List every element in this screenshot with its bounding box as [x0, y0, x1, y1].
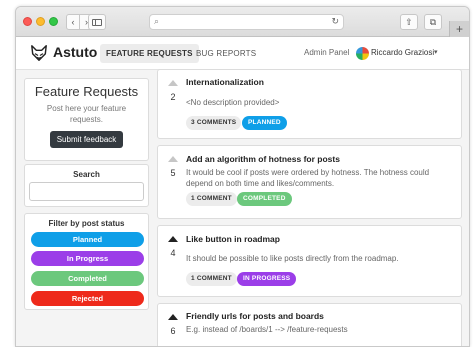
submit-feedback-button[interactable]: Submit feedback — [50, 131, 123, 148]
search-title: Search — [73, 170, 100, 179]
plus-icon: + — [455, 22, 463, 36]
nav-admin-panel[interactable]: Admin Panel — [304, 48, 349, 57]
upvote-icon[interactable] — [168, 314, 178, 320]
share-button[interactable]: ⇧ — [400, 14, 418, 30]
post-card[interactable]: 2 Internationalization <No description p… — [157, 69, 462, 139]
upvote-icon[interactable] — [168, 80, 178, 86]
filter-title: Filter by post status — [48, 219, 125, 228]
browser-toolbar: ‹ › ⌕ ↻ ⇧ ⧉ + — [16, 7, 469, 37]
status-badge: PLANNED — [242, 116, 287, 130]
post-description: <No description provided> — [186, 98, 280, 107]
brand-name[interactable]: Astuto — [53, 44, 97, 60]
reload-icon[interactable]: ↻ — [331, 16, 339, 27]
filter-planned[interactable]: Planned — [31, 232, 144, 247]
post-card[interactable]: 4 Like button in roadmap It should be po… — [157, 225, 462, 297]
avatar[interactable] — [356, 47, 369, 60]
board-title: Feature Requests — [34, 84, 139, 99]
comments-badge: 3 COMMENTS — [186, 116, 242, 130]
post-title[interactable]: Add an algorithm of hotness for posts — [186, 154, 340, 164]
post-description: E.g. instead of /boards/1 --> /feature-r… — [186, 325, 348, 334]
close-window-button[interactable] — [23, 17, 32, 26]
user-menu[interactable]: Riccardo Graziosi — [371, 48, 434, 57]
vote-count: 6 — [170, 326, 176, 336]
chevron-left-icon: ‹ — [71, 17, 75, 27]
post-title[interactable]: Internationalization — [186, 77, 264, 87]
status-filter-box: Filter by post status Planned In Progres… — [24, 213, 149, 310]
filter-rejected[interactable]: Rejected — [31, 291, 144, 306]
status-badge: COMPLETED — [237, 192, 292, 206]
post-title[interactable]: Like button in roadmap — [186, 234, 280, 244]
comments-badge: 1 COMMENT — [186, 272, 237, 286]
browser-window: ‹ › ⌕ ↻ ⇧ ⧉ + Astuto FEATURE REQUESTS BU… — [15, 6, 470, 347]
upvote-icon[interactable] — [168, 236, 178, 242]
vote-count: 2 — [170, 92, 176, 102]
post-card[interactable]: 5 Add an algorithm of hotness for posts … — [157, 145, 462, 219]
filter-in-progress[interactable]: In Progress — [31, 251, 144, 266]
filter-completed[interactable]: Completed — [31, 271, 144, 286]
fox-logo-icon[interactable] — [30, 44, 48, 62]
nav-bug-reports[interactable]: BUG REPORTS — [192, 44, 260, 63]
sidebar-icon — [92, 18, 102, 26]
back-button[interactable]: ‹ — [66, 14, 80, 30]
tabs-icon: ⧉ — [429, 16, 437, 27]
post-card[interactable]: 6 Friendly urls for posts and boards E.g… — [157, 303, 462, 346]
caret-down-icon[interactable]: ▾ — [434, 48, 438, 56]
minimize-window-button[interactable] — [36, 17, 45, 26]
sidebar-toggle-button[interactable] — [88, 14, 106, 30]
address-bar[interactable]: ⌕ ↻ — [149, 14, 344, 30]
search-box: Search — [24, 164, 149, 207]
nav-feature-requests[interactable]: FEATURE REQUESTS — [100, 44, 199, 63]
search-input[interactable] — [29, 182, 144, 201]
post-title[interactable]: Friendly urls for posts and boards — [186, 311, 324, 321]
tabs-overview-button[interactable]: ⧉ — [424, 14, 442, 30]
comments-badge: 1 COMMENT — [186, 192, 237, 206]
post-description: It would be cool if posts were ordered b… — [186, 168, 430, 188]
board-info-box: Feature Requests Post here your feature … — [24, 78, 149, 161]
new-tab-button[interactable]: + — [449, 21, 469, 37]
upvote-icon[interactable] — [168, 156, 178, 162]
app-navbar: Astuto FEATURE REQUESTS BUG REPORTS Admi… — [16, 37, 469, 70]
vote-count: 4 — [170, 248, 176, 258]
maximize-window-button[interactable] — [49, 17, 58, 26]
share-icon: ⇧ — [405, 16, 413, 27]
post-description: It should be possible to like posts dire… — [186, 254, 399, 263]
board-subtitle: Post here your feature requests. — [46, 104, 127, 124]
status-badge: IN PROGRESS — [237, 272, 297, 286]
search-icon: ⌕ — [154, 16, 160, 26]
vote-count: 5 — [170, 168, 176, 178]
